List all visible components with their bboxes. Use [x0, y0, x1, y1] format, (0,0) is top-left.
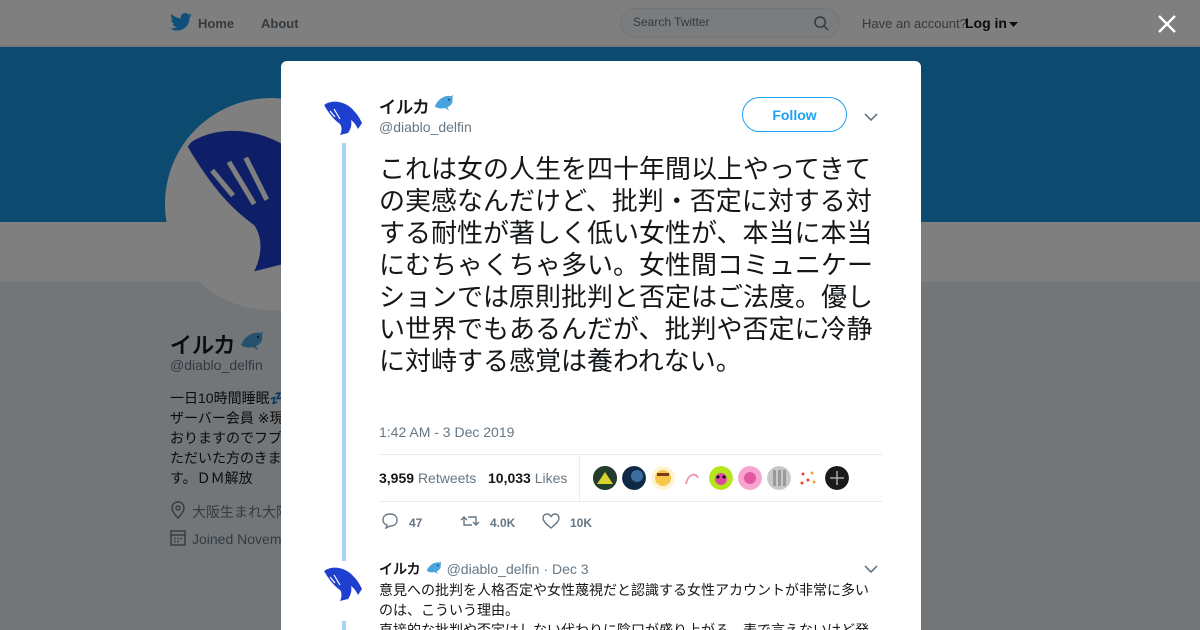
- reply-author-name[interactable]: イルカ: [379, 559, 421, 579]
- thread-line: [342, 143, 346, 563]
- tweet-stats: 3,959 Retweets 10,033 Likes: [379, 454, 882, 502]
- author-name[interactable]: イルカ: [379, 93, 455, 118]
- follow-button[interactable]: Follow: [742, 97, 847, 132]
- likes-count: 10,033: [488, 470, 531, 486]
- like-count: 10K: [570, 515, 593, 530]
- thread-line: [342, 621, 346, 630]
- reply-author-handle[interactable]: @diablo_delfin: [447, 561, 540, 577]
- stats-divider: [579, 455, 580, 501]
- likes-label: Likes: [534, 470, 568, 486]
- author-name-text: イルカ: [379, 98, 430, 117]
- liker-avatar[interactable]: [738, 466, 762, 490]
- liker-avatar[interactable]: [825, 466, 849, 490]
- retweet-action[interactable]: 4.0K: [460, 513, 515, 532]
- like-action[interactable]: 10K: [542, 513, 592, 532]
- reply-icon: [381, 513, 399, 532]
- reply-action[interactable]: 47: [381, 513, 422, 532]
- liker-avatar[interactable]: [767, 466, 791, 490]
- dolphin-icon: [425, 560, 443, 579]
- liker-avatar[interactable]: [796, 466, 820, 490]
- retweet-icon: [460, 513, 480, 532]
- liker-avatar[interactable]: [709, 466, 733, 490]
- reply-text: 意見への批判を人格否定や女性蔑視だと認識する女性アカウントが非常に多いのは、こう…: [379, 582, 869, 630]
- chevron-down-icon[interactable]: [864, 109, 878, 127]
- liker-avatar[interactable]: [651, 466, 675, 490]
- liker-avatar[interactable]: [680, 466, 704, 490]
- close-icon[interactable]: [1155, 12, 1179, 36]
- retweets-count: 3,959: [379, 470, 415, 486]
- chevron-down-icon[interactable]: [864, 561, 878, 579]
- dolphin-icon: [433, 93, 455, 118]
- tweet-timestamp[interactable]: 1:42 AM - 3 Dec 2019: [379, 424, 514, 440]
- author-avatar[interactable]: [320, 95, 368, 143]
- reply-header: イルカ @diablo_delfin · Dec 3: [379, 559, 589, 579]
- reply-count: 47: [409, 515, 423, 530]
- likes-stat[interactable]: 10,033 Likes: [488, 470, 567, 486]
- retweets-label: Retweets: [417, 470, 477, 486]
- tweet-text: これは女の人生を四十年間以上やってきての実感なんだけど、批判・否定に対する対する…: [379, 155, 874, 377]
- retweet-count: 4.0K: [490, 515, 516, 530]
- heart-icon: [542, 513, 560, 532]
- tweet-modal: イルカ @diablo_delfin Follow これは女の人生を四十年間以上…: [281, 61, 921, 630]
- liker-avatar[interactable]: [593, 466, 617, 490]
- reply-date[interactable]: · Dec 3: [543, 561, 588, 577]
- reply-author-avatar[interactable]: [320, 561, 368, 609]
- author-handle[interactable]: @diablo_delfin: [379, 119, 472, 135]
- liker-avatar[interactable]: [622, 466, 646, 490]
- retweets-stat[interactable]: 3,959 Retweets: [379, 470, 476, 486]
